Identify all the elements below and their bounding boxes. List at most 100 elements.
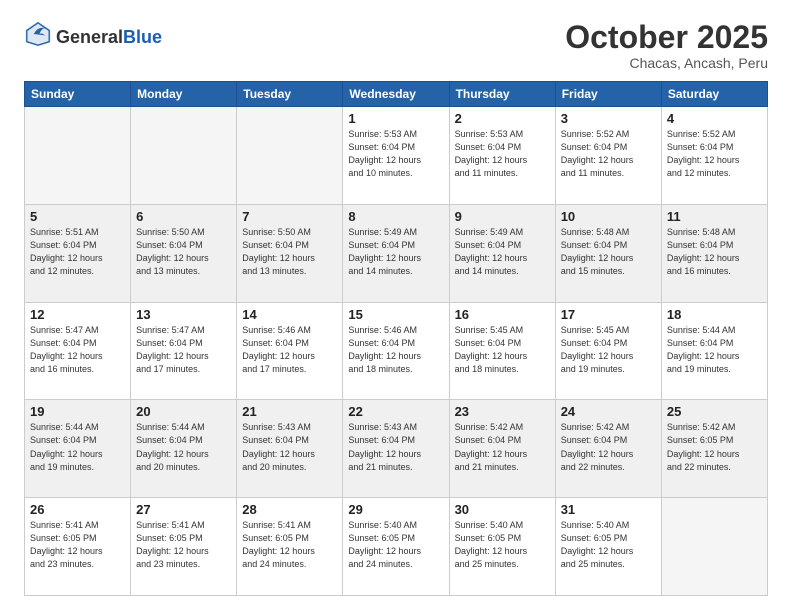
day-info: Sunrise: 5:43 AM Sunset: 6:04 PM Dayligh…	[348, 421, 443, 473]
day-info: Sunrise: 5:48 AM Sunset: 6:04 PM Dayligh…	[561, 226, 656, 278]
col-friday: Friday	[555, 82, 661, 107]
table-row: 14Sunrise: 5:46 AM Sunset: 6:04 PM Dayli…	[237, 302, 343, 400]
table-row: 13 Sunrise: 5:47 AM Sunset: 6:04 PM Dayli…	[131, 302, 237, 400]
day-number: 17	[561, 307, 656, 322]
day-number: 16	[455, 307, 550, 322]
page: General Blue October 2025 Chacas, Ancash…	[0, 0, 792, 612]
day-info: Sunrise: 5:46 AM Sunset: 6:04 PM Dayligh…	[348, 324, 443, 376]
day-info: Sunrise: 5:42 AM Sunset: 6:04 PM Dayligh…	[561, 421, 656, 473]
table-row: 28 Sunrise: 5:41 AM Sunset: 6:05 PM Dayli…	[237, 498, 343, 596]
day-number: 10	[561, 209, 656, 224]
table-row: 4Sunrise: 5:52 AM Sunset: 6:04 PM Daylig…	[661, 107, 767, 205]
day-number: 24	[561, 404, 656, 419]
col-saturday: Saturday	[661, 82, 767, 107]
day-number: 29	[348, 502, 443, 517]
table-row	[131, 107, 237, 205]
generalblue-icon	[24, 20, 52, 48]
table-row: 31Sunrise: 5:40 AM Sunset: 6:05 PM Dayli…	[555, 498, 661, 596]
day-info: Sunrise: 5:50 AM Sunset: 6:04 PM Dayligh…	[242, 226, 337, 278]
day-number: 3	[561, 111, 656, 126]
day-info: Sunrise: 5:43 AM Sunset: 6:04 PM Dayligh…	[242, 421, 337, 473]
day-info: Sunrise: 5:51 AM Sunset: 6:04 PM Dayligh…	[30, 226, 125, 278]
day-number: 4	[667, 111, 762, 126]
calendar-week-row: 12 Sunrise: 5:47 AM Sunset: 6:04 PM Dayli…	[25, 302, 768, 400]
day-info: Sunrise: 5:41 AM Sunset: 6:05 PM Dayligh…	[242, 519, 337, 571]
day-info: Sunrise: 5:40 AM Sunset: 6:05 PM Dayligh…	[348, 519, 443, 571]
day-info: Sunrise: 5:42 AM Sunset: 6:05 PM Dayligh…	[667, 421, 762, 473]
day-number: 18	[667, 307, 762, 322]
table-row: 26Sunrise: 5:41 AM Sunset: 6:05 PM Dayli…	[25, 498, 131, 596]
table-row	[661, 498, 767, 596]
day-number: 19	[30, 404, 125, 419]
day-number: 12	[30, 307, 125, 322]
day-number: 11	[667, 209, 762, 224]
table-row: 2Sunrise: 5:53 AM Sunset: 6:04 PM Daylig…	[449, 107, 555, 205]
table-row: 29 Sunrise: 5:40 AM Sunset: 6:05 PM Dayli…	[343, 498, 449, 596]
day-number: 8	[348, 209, 443, 224]
table-row: 22 Sunrise: 5:43 AM Sunset: 6:04 PM Dayli…	[343, 400, 449, 498]
location-subtitle: Chacas, Ancash, Peru	[565, 55, 768, 71]
table-row: 9 Sunrise: 5:49 AM Sunset: 6:04 PM Daylig…	[449, 204, 555, 302]
table-row	[25, 107, 131, 205]
day-number: 15	[348, 307, 443, 322]
table-row: 17Sunrise: 5:45 AM Sunset: 6:04 PM Dayli…	[555, 302, 661, 400]
calendar-table: Sunday Monday Tuesday Wednesday Thursday…	[24, 81, 768, 596]
logo-general: General	[56, 28, 123, 46]
table-row: 8 Sunrise: 5:49 AM Sunset: 6:04 PM Daylig…	[343, 204, 449, 302]
table-row	[237, 107, 343, 205]
table-row: 15 Sunrise: 5:46 AM Sunset: 6:04 PM Dayli…	[343, 302, 449, 400]
day-number: 13	[136, 307, 231, 322]
table-row: 27 Sunrise: 5:41 AM Sunset: 6:05 PM Dayli…	[131, 498, 237, 596]
day-number: 9	[455, 209, 550, 224]
col-monday: Monday	[131, 82, 237, 107]
table-row: 30 Sunrise: 5:40 AM Sunset: 6:05 PM Dayli…	[449, 498, 555, 596]
day-info: Sunrise: 5:47 AM Sunset: 6:04 PM Dayligh…	[30, 324, 125, 376]
day-number: 21	[242, 404, 337, 419]
title-section: October 2025 Chacas, Ancash, Peru	[565, 20, 768, 71]
table-row: 20 Sunrise: 5:44 AM Sunset: 6:04 PM Dayli…	[131, 400, 237, 498]
day-info: Sunrise: 5:41 AM Sunset: 6:05 PM Dayligh…	[30, 519, 125, 571]
day-number: 28	[242, 502, 337, 517]
day-info: Sunrise: 5:41 AM Sunset: 6:05 PM Dayligh…	[136, 519, 231, 571]
col-sunday: Sunday	[25, 82, 131, 107]
day-info: Sunrise: 5:52 AM Sunset: 6:04 PM Dayligh…	[561, 128, 656, 180]
table-row: 23Sunrise: 5:42 AM Sunset: 6:04 PM Dayli…	[449, 400, 555, 498]
table-row: 12 Sunrise: 5:47 AM Sunset: 6:04 PM Dayli…	[25, 302, 131, 400]
table-row: 19 Sunrise: 5:44 AM Sunset: 6:04 PM Dayli…	[25, 400, 131, 498]
day-number: 5	[30, 209, 125, 224]
month-title: October 2025	[565, 20, 768, 55]
day-number: 6	[136, 209, 231, 224]
calendar-week-row: 26Sunrise: 5:41 AM Sunset: 6:05 PM Dayli…	[25, 498, 768, 596]
calendar-week-row: 1 Sunrise: 5:53 AM Sunset: 6:04 PM Daylig…	[25, 107, 768, 205]
day-info: Sunrise: 5:53 AM Sunset: 6:04 PM Dayligh…	[348, 128, 443, 180]
day-number: 27	[136, 502, 231, 517]
day-info: Sunrise: 5:49 AM Sunset: 6:04 PM Dayligh…	[348, 226, 443, 278]
table-row: 7Sunrise: 5:50 AM Sunset: 6:04 PM Daylig…	[237, 204, 343, 302]
day-info: Sunrise: 5:44 AM Sunset: 6:04 PM Dayligh…	[136, 421, 231, 473]
table-row: 16 Sunrise: 5:45 AM Sunset: 6:04 PM Dayli…	[449, 302, 555, 400]
day-number: 30	[455, 502, 550, 517]
day-info: Sunrise: 5:44 AM Sunset: 6:04 PM Dayligh…	[667, 324, 762, 376]
table-row: 1 Sunrise: 5:53 AM Sunset: 6:04 PM Daylig…	[343, 107, 449, 205]
day-info: Sunrise: 5:49 AM Sunset: 6:04 PM Dayligh…	[455, 226, 550, 278]
day-number: 22	[348, 404, 443, 419]
day-info: Sunrise: 5:45 AM Sunset: 6:04 PM Dayligh…	[455, 324, 550, 376]
logo: General Blue	[24, 20, 162, 53]
day-number: 20	[136, 404, 231, 419]
calendar-week-row: 19 Sunrise: 5:44 AM Sunset: 6:04 PM Dayli…	[25, 400, 768, 498]
table-row: 24 Sunrise: 5:42 AM Sunset: 6:04 PM Dayli…	[555, 400, 661, 498]
table-row: 6 Sunrise: 5:50 AM Sunset: 6:04 PM Daylig…	[131, 204, 237, 302]
day-info: Sunrise: 5:50 AM Sunset: 6:04 PM Dayligh…	[136, 226, 231, 278]
day-info: Sunrise: 5:44 AM Sunset: 6:04 PM Dayligh…	[30, 421, 125, 473]
day-number: 25	[667, 404, 762, 419]
day-info: Sunrise: 5:40 AM Sunset: 6:05 PM Dayligh…	[561, 519, 656, 571]
day-info: Sunrise: 5:40 AM Sunset: 6:05 PM Dayligh…	[455, 519, 550, 571]
day-number: 1	[348, 111, 443, 126]
table-row: 10 Sunrise: 5:48 AM Sunset: 6:04 PM Dayli…	[555, 204, 661, 302]
col-thursday: Thursday	[449, 82, 555, 107]
day-number: 23	[455, 404, 550, 419]
table-row: 25 Sunrise: 5:42 AM Sunset: 6:05 PM Dayli…	[661, 400, 767, 498]
calendar-header-row: Sunday Monday Tuesday Wednesday Thursday…	[25, 82, 768, 107]
logo-blue: Blue	[123, 28, 162, 46]
day-info: Sunrise: 5:47 AM Sunset: 6:04 PM Dayligh…	[136, 324, 231, 376]
